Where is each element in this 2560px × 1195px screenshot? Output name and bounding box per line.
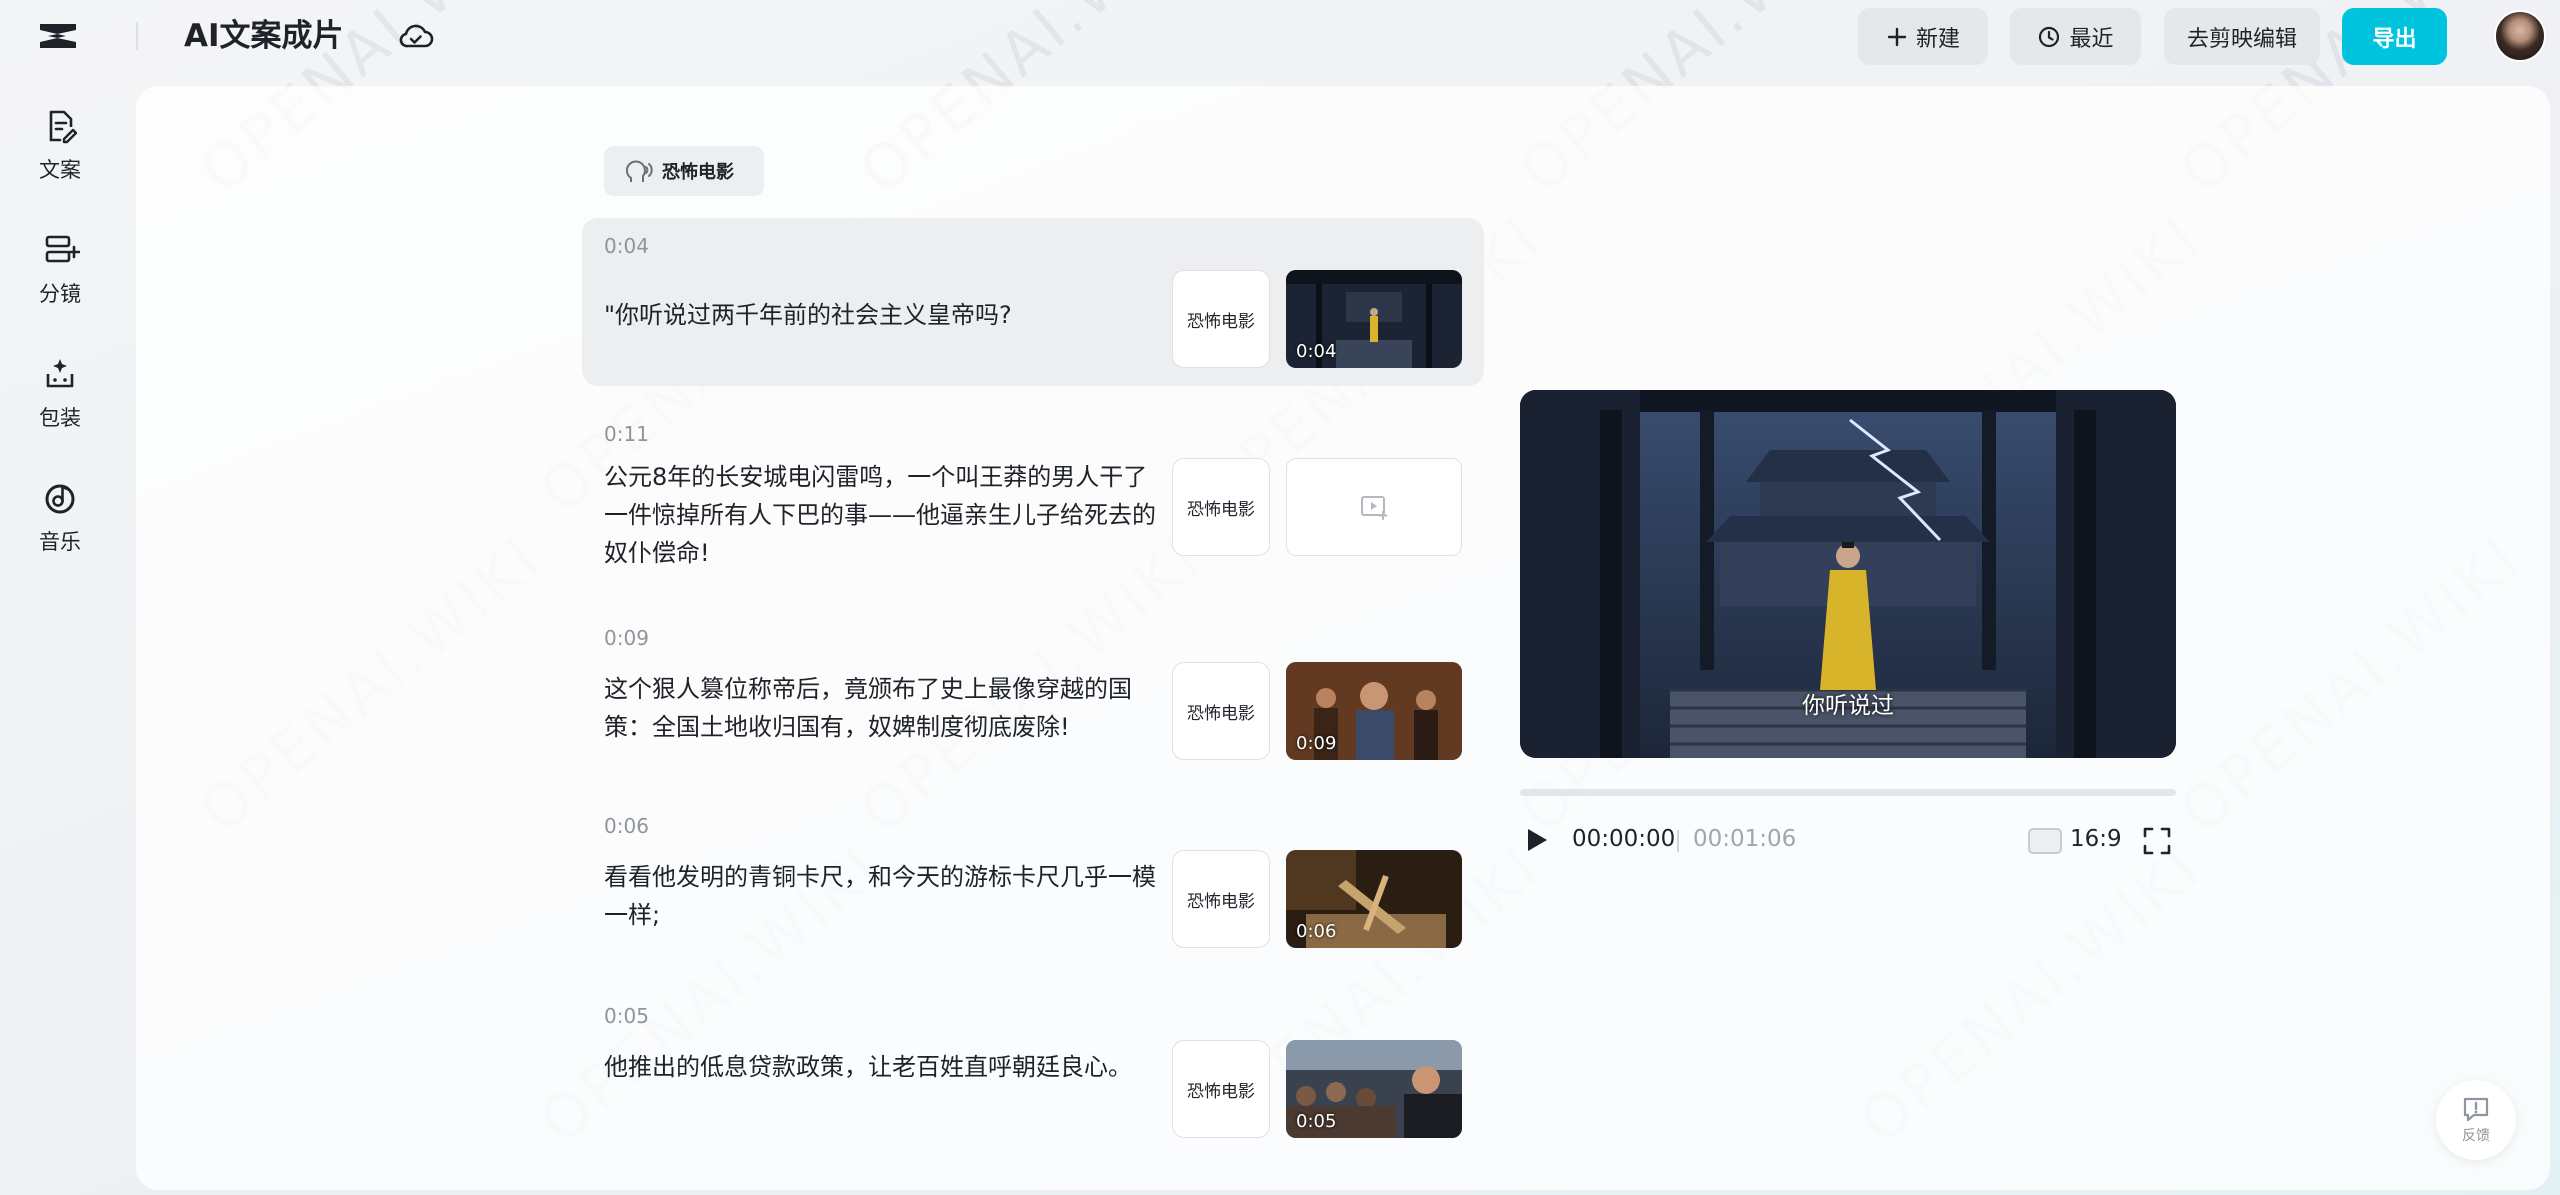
- sidebar-item-label: 分镜: [39, 282, 81, 306]
- segment-voice-button[interactable]: 恐怖电影: [1172, 850, 1270, 948]
- new-button-label: 新建: [1915, 26, 1960, 52]
- segment-text[interactable]: 公元8年的长安城电闪雷鸣，一个叫王莽的男人干了一件惊掉所有人下巴的事——他逼亲生…: [604, 458, 1160, 572]
- segment-voice-label: 恐怖电影: [1187, 311, 1255, 332]
- header-divider: [136, 22, 138, 50]
- edit-in-jianying-button[interactable]: 去剪映编辑: [2164, 8, 2320, 65]
- video-preview[interactable]: 你听说过: [1520, 390, 2176, 758]
- play-icon[interactable]: [1524, 826, 1550, 854]
- voice-head-icon: [626, 160, 653, 182]
- edit-in-jianying-label: 去剪映编辑: [2186, 26, 2297, 52]
- voice-style-tag[interactable]: 恐怖电影: [604, 146, 764, 196]
- sidebar-item-storyboard[interactable]: 分镜: [14, 224, 106, 324]
- segment-text[interactable]: 看看他发明的青铜卡尺，和今天的游标卡尺几乎一模一样;: [604, 858, 1160, 934]
- storyboard-icon: [45, 235, 80, 263]
- segment-voice-button[interactable]: 恐怖电影: [1172, 1040, 1270, 1138]
- capcut-logo-icon[interactable]: [36, 18, 80, 54]
- segment-time: 0:06: [604, 814, 649, 838]
- segment-voice-label: 恐怖电影: [1187, 703, 1255, 724]
- top-bar: AI文案成片 新建 最近 去剪映编辑 导出: [0, 0, 2560, 72]
- thumbnail-duration: 0:04: [1296, 341, 1337, 362]
- total-time: 00:01:06: [1693, 826, 1797, 852]
- script-segment[interactable]: 0:06 看看他发明的青铜卡尺，和今天的游标卡尺几乎一模一样; 恐怖电影 0:0…: [582, 800, 1484, 970]
- clock-icon: [2039, 26, 2060, 47]
- segment-time: 0:09: [604, 626, 649, 650]
- voice-style-label: 恐怖电影: [662, 162, 734, 183]
- current-time: 00:00:00: [1572, 826, 1676, 852]
- music-disc-icon: [45, 484, 75, 514]
- segment-voice-label: 恐怖电影: [1187, 499, 1255, 520]
- sidebar-item-script[interactable]: 文案: [14, 100, 106, 200]
- avatar[interactable]: [2494, 10, 2546, 62]
- recent-button-label: 最近: [2069, 26, 2114, 52]
- segment-time: 0:05: [604, 1004, 649, 1028]
- script-segment[interactable]: 0:09 这个狠人篡位称帝后，竟颁布了史上最像穿越的国策：全国土地收归国有，奴婢…: [582, 610, 1484, 780]
- thumbnail-duration: 0:09: [1296, 733, 1337, 754]
- segment-voice-button[interactable]: 恐怖电影: [1172, 662, 1270, 760]
- add-video-icon: [1361, 496, 1388, 520]
- segment-thumbnail[interactable]: 0:09: [1286, 662, 1462, 760]
- segment-text[interactable]: 这个狠人篡位称帝后，竟颁布了史上最像穿越的国策：全国土地收归国有，奴婢制度彻底废…: [604, 670, 1160, 746]
- time-separator: [1677, 830, 1679, 852]
- page-title: AI文案成片: [184, 18, 344, 54]
- segment-text[interactable]: 他推出的低息贷款政策，让老百姓直呼朝廷良心。: [604, 1048, 1160, 1086]
- thumbnail-duration: 0:06: [1296, 921, 1337, 942]
- segment-voice-button[interactable]: 恐怖电影: [1172, 458, 1270, 556]
- segment-time: 0:04: [604, 234, 649, 258]
- sidebar-item-label: 文案: [39, 158, 81, 182]
- aspect-ratio-icon[interactable]: [2028, 828, 2062, 854]
- export-button[interactable]: 导出: [2342, 8, 2447, 65]
- playback-progress-bar[interactable]: [1520, 789, 2176, 796]
- package-sparkle-icon: [46, 359, 74, 388]
- cloud-sync-icon[interactable]: [398, 20, 434, 52]
- segment-time: 0:11: [604, 422, 649, 446]
- script-segment[interactable]: 0:11 公元8年的长安城电闪雷鸣，一个叫王莽的男人干了一件惊掉所有人下巴的事—…: [582, 406, 1484, 586]
- feedback-button[interactable]: 反馈: [2436, 1080, 2516, 1160]
- feedback-label: 反馈: [2462, 1128, 2490, 1144]
- plus-icon: [1887, 27, 1907, 46]
- sidebar-item-label: 包装: [39, 406, 81, 430]
- document-edit-icon: [49, 110, 78, 144]
- segment-thumbnail[interactable]: 0:05: [1286, 1040, 1462, 1138]
- sidebar-item-music[interactable]: 音乐: [14, 472, 106, 572]
- fullscreen-icon[interactable]: [2142, 826, 2172, 856]
- new-button[interactable]: 新建: [1858, 8, 1988, 65]
- recent-button[interactable]: 最近: [2010, 8, 2141, 65]
- segment-thumbnail[interactable]: 0:04: [1286, 270, 1462, 368]
- segment-voice-label: 恐怖电影: [1187, 1081, 1255, 1102]
- sidebar-item-label: 音乐: [39, 530, 81, 554]
- segment-voice-label: 恐怖电影: [1187, 891, 1255, 912]
- sidebar-item-packaging[interactable]: 包装: [14, 348, 106, 448]
- preview-subtitle: 你听说过: [1802, 693, 1894, 719]
- segment-thumbnail[interactable]: 0:06: [1286, 850, 1462, 948]
- aspect-ratio-label[interactable]: 16:9: [2070, 826, 2122, 852]
- script-segment[interactable]: 0:05 他推出的低息贷款政策，让老百姓直呼朝廷良心。 恐怖电影 0:05: [582, 990, 1484, 1160]
- segment-voice-button[interactable]: 恐怖电影: [1172, 270, 1270, 368]
- thumbnail-duration: 0:05: [1296, 1111, 1337, 1132]
- segment-text[interactable]: "你听说过两千年前的社会主义皇帝吗?: [604, 296, 1160, 334]
- export-button-label: 导出: [2372, 26, 2417, 52]
- script-segment[interactable]: 0:04 "你听说过两千年前的社会主义皇帝吗? 恐怖电影 0:04: [582, 218, 1484, 386]
- feedback-icon: [2463, 1097, 2489, 1122]
- add-media-placeholder[interactable]: [1286, 458, 1462, 556]
